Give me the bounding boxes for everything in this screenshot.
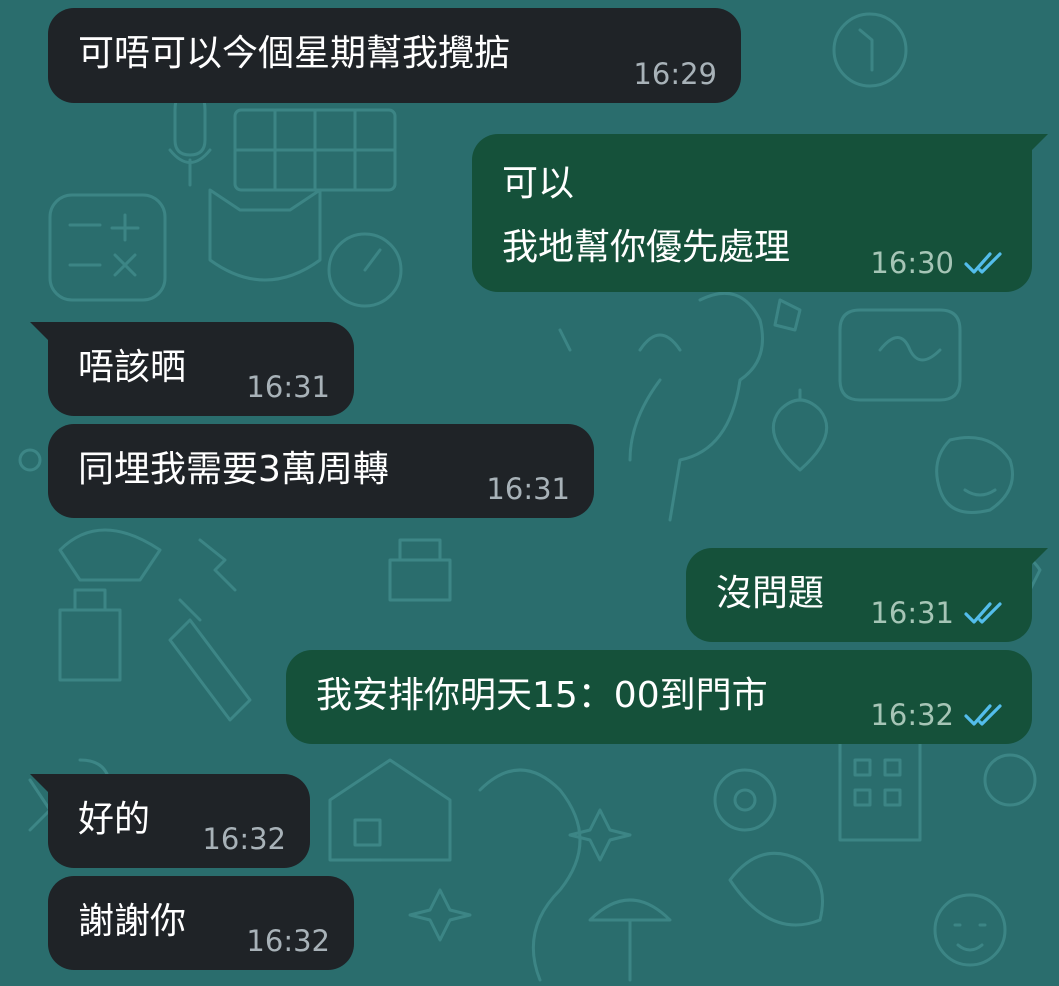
message-bubble-outgoing[interactable]: 可以 我地幫你優先處理 16:30 bbox=[472, 134, 1032, 292]
message-time: 16:31 bbox=[870, 596, 954, 630]
message-bubble-incoming[interactable]: 可唔可以今個星期幫我攪掂 16:29 bbox=[48, 8, 741, 103]
message-text: 謝謝你 bbox=[78, 890, 186, 954]
message-meta: 16:31 bbox=[246, 370, 330, 404]
message-text: 可唔可以今個星期幫我攪掂 bbox=[78, 22, 510, 86]
message-line: 我地幫你優先處理 bbox=[502, 227, 791, 268]
message-line: 唔該晒 bbox=[78, 347, 187, 388]
message-time: 16:30 bbox=[870, 246, 954, 280]
message-time: 16:31 bbox=[246, 370, 330, 404]
message-bubble-incoming[interactable]: 好的 16:32 bbox=[48, 774, 310, 868]
message-bubble-incoming[interactable]: 唔該晒 16:31 bbox=[48, 322, 354, 416]
message-time: 16:29 bbox=[633, 57, 717, 91]
message-line: 可以 bbox=[502, 163, 575, 204]
message-text: 同埋我需要3萬周轉 bbox=[78, 438, 389, 502]
message-time: 16:32 bbox=[870, 698, 954, 732]
message-line: 可唔可以今個星期幫我攪掂 bbox=[78, 33, 511, 74]
message-line: 沒問題 bbox=[716, 573, 825, 614]
message-line: 好的 bbox=[78, 799, 151, 840]
message-bubble-incoming[interactable]: 謝謝你 16:32 bbox=[48, 876, 354, 970]
message-text: 可以 我地幫你優先處理 bbox=[502, 152, 790, 280]
message-line: 謝謝你 bbox=[78, 901, 187, 942]
message-time: 16:32 bbox=[246, 924, 330, 958]
message-text: 好的 bbox=[78, 788, 150, 852]
message-meta: 16:30 bbox=[870, 246, 1008, 280]
message-meta: 16:32 bbox=[246, 924, 330, 958]
message-meta: 16:29 bbox=[633, 57, 717, 91]
message-bubble-incoming[interactable]: 同埋我需要3萬周轉 16:31 bbox=[48, 424, 594, 518]
message-bubble-outgoing[interactable]: 我安排你明天15：00到門市 16:32 bbox=[286, 650, 1032, 744]
double-check-icon bbox=[964, 252, 1002, 274]
message-meta: 16:31 bbox=[870, 596, 1008, 630]
message-meta: 16:31 bbox=[486, 472, 570, 506]
message-time: 16:31 bbox=[486, 472, 570, 506]
message-text: 我安排你明天15：00到門市 bbox=[316, 664, 768, 728]
double-check-icon bbox=[964, 602, 1002, 624]
message-line: 我安排你明天15：00到門市 bbox=[316, 675, 768, 716]
message-meta: 16:32 bbox=[870, 698, 1008, 732]
double-check-icon bbox=[964, 704, 1002, 726]
message-meta: 16:32 bbox=[202, 822, 286, 856]
message-text: 唔該晒 bbox=[78, 336, 186, 400]
message-line: 同埋我需要3萬周轉 bbox=[78, 449, 389, 490]
message-text: 沒問題 bbox=[716, 562, 824, 626]
message-bubble-outgoing[interactable]: 沒問題 16:31 bbox=[686, 548, 1032, 642]
message-time: 16:32 bbox=[202, 822, 286, 856]
